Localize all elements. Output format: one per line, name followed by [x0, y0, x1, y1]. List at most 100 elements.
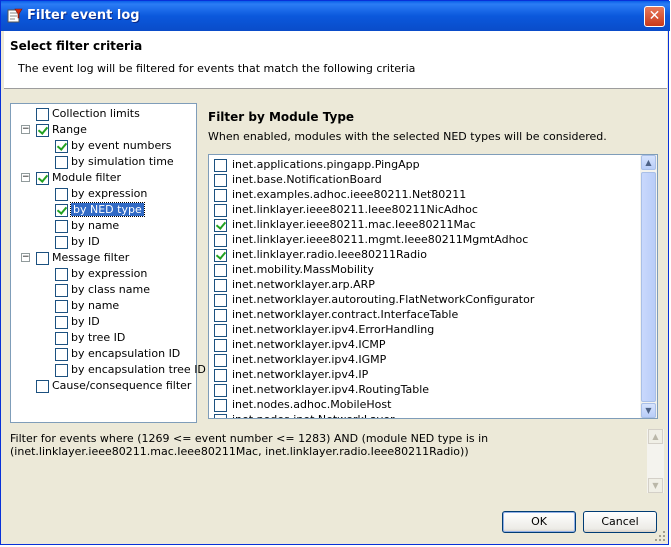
tree-item-checkbox[interactable] [55, 188, 68, 201]
summary-line-2: (inet.linklayer.ieee80211.mac.Ieee80211M… [10, 445, 469, 458]
tree-item-checkbox[interactable] [55, 316, 68, 329]
tree-item[interactable]: by ID [11, 234, 196, 250]
tree-item-checkbox[interactable] [55, 156, 68, 169]
tree-item-checkbox[interactable] [55, 268, 68, 281]
resize-grip-icon[interactable] [655, 531, 666, 542]
ned-type-checkbox[interactable] [214, 279, 227, 292]
tree-item-label[interactable]: by class name [71, 283, 150, 296]
summary-scroll-down-button[interactable]: ▼ [648, 478, 663, 493]
tree-item-label[interactable]: by name [71, 299, 119, 312]
ned-type-checkbox[interactable] [214, 354, 227, 367]
tree-item-checkbox[interactable] [55, 236, 68, 249]
tree-item-checkbox[interactable] [36, 172, 49, 185]
ned-type-label: inet.base.NotificationBoard [232, 173, 382, 186]
tree-item-label[interactable]: Cause/consequence filter [52, 379, 191, 392]
ned-type-checkbox[interactable] [214, 414, 227, 418]
ned-type-checkbox[interactable] [214, 249, 227, 262]
tree-item-checkbox[interactable] [55, 300, 68, 313]
tree-item[interactable]: by expression [11, 266, 196, 282]
ned-type-checkbox[interactable] [214, 174, 227, 187]
ned-type-label: inet.mobility.MassMobility [232, 263, 374, 276]
filter-icon [7, 8, 23, 23]
tree-item-checkbox[interactable] [55, 220, 68, 233]
collapse-icon[interactable]: − [21, 173, 30, 182]
tree-item[interactable]: by encapsulation ID [11, 346, 196, 362]
ned-type-label: inet.networklayer.ipv4.IGMP [232, 353, 387, 366]
ned-type-checkbox[interactable] [214, 384, 227, 397]
ned-type-checkbox[interactable] [214, 399, 227, 412]
tree-item[interactable]: by simulation time [11, 154, 196, 170]
ned-type-checkbox[interactable] [214, 189, 227, 202]
tree-item[interactable]: Collection limits [11, 106, 196, 122]
ned-type-checkbox[interactable] [214, 159, 227, 172]
ned-type-checkbox[interactable] [214, 204, 227, 217]
tree-item-label[interactable]: by tree ID [71, 331, 125, 344]
tree-item-label[interactable]: Collection limits [52, 107, 140, 120]
tree-item[interactable]: by ID [11, 314, 196, 330]
ned-type-checkbox[interactable] [214, 219, 227, 232]
tree-item-checkbox[interactable] [36, 380, 49, 393]
tree-item-label[interactable]: by expression [71, 187, 147, 200]
ned-type-checkbox[interactable] [214, 309, 227, 322]
tree-item[interactable]: − Range [11, 122, 196, 138]
ned-type-checkbox[interactable] [214, 324, 227, 337]
scroll-down-button[interactable]: ▼ [641, 403, 656, 418]
tree-item-label[interactable]: by event numbers [71, 139, 171, 152]
summary-scroll-up-button[interactable]: ▲ [648, 429, 663, 444]
ned-type-label: inet.linklayer.radio.Ieee80211Radio [232, 248, 427, 261]
close-button[interactable]: ✕ [644, 6, 665, 27]
tree-item[interactable]: by expression [11, 186, 196, 202]
tree-item-label[interactable]: by expression [71, 267, 147, 280]
tree-item-checkbox[interactable] [55, 332, 68, 345]
tree-item-label[interactable]: Module filter [52, 171, 121, 184]
tree-item-checkbox[interactable] [55, 140, 68, 153]
tree-item-label[interactable]: by encapsulation ID [71, 347, 180, 360]
tree-item[interactable]: by class name [11, 282, 196, 298]
tree-item-label[interactable]: by encapsulation tree ID [71, 363, 206, 376]
tree-item[interactable]: by NED type [11, 202, 196, 218]
collapse-icon[interactable]: − [21, 125, 30, 134]
ned-type-checkbox[interactable] [214, 234, 227, 247]
tree-item-label[interactable]: by NED type [70, 202, 145, 217]
tree-item[interactable]: Cause/consequence filter [11, 378, 196, 394]
tree-item[interactable]: by name [11, 218, 196, 234]
tree-item-checkbox[interactable] [36, 252, 49, 265]
tree-item-checkbox[interactable] [55, 348, 68, 361]
tree-item-checkbox[interactable] [36, 124, 49, 137]
ned-type-label: inet.nodes.adhoc.MobileHost [232, 398, 392, 411]
ned-type-label: inet.examples.adhoc.ieee80211.Net80211 [232, 188, 467, 201]
tree-item-label[interactable]: Range [52, 123, 87, 136]
filter-criteria-tree[interactable]: Collection limits − Range by event numbers b… [10, 103, 206, 423]
tree-item[interactable]: by name [11, 298, 196, 314]
tree-item-checkbox[interactable] [36, 108, 49, 121]
ned-type-label: inet.networklayer.ipv4.ICMP [232, 338, 386, 351]
tree-item[interactable]: − Module filter [11, 170, 196, 186]
scroll-thumb[interactable] [641, 172, 656, 402]
tree-item-checkbox[interactable] [55, 364, 68, 377]
tree-item-label[interactable]: Message filter [52, 251, 129, 264]
tree-item-label[interactable]: by ID [71, 235, 100, 248]
summary-scrollbar[interactable]: ▲ ▼ [647, 429, 664, 493]
tree-item[interactable]: by encapsulation tree ID [11, 362, 206, 378]
scroll-up-button[interactable]: ▲ [641, 155, 656, 170]
close-icon: ✕ [648, 8, 661, 24]
title-bar[interactable]: Filter event log ✕ [1, 1, 670, 31]
tree-item[interactable]: by tree ID [11, 330, 196, 346]
ned-type-checkbox[interactable] [214, 264, 227, 277]
ned-type-label: inet.networklayer.ipv4.RoutingTable [232, 383, 430, 396]
ned-type-checkbox[interactable] [214, 369, 227, 382]
tree-item-checkbox[interactable] [55, 284, 68, 297]
ned-type-list[interactable]: inet.applications.pingapp.PingApp inet.ba… [208, 154, 658, 419]
tree-item[interactable]: by event numbers [11, 138, 196, 154]
ned-type-checkbox[interactable] [214, 339, 227, 352]
ned-list-scrollbar[interactable]: ▲ ▼ [640, 155, 657, 418]
collapse-icon[interactable]: − [21, 253, 30, 262]
tree-item[interactable]: − Message filter [11, 250, 196, 266]
ok-button[interactable]: OK [502, 511, 576, 533]
tree-item-label[interactable]: by ID [71, 315, 100, 328]
ned-type-checkbox[interactable] [214, 294, 227, 307]
tree-item-checkbox[interactable] [55, 204, 68, 217]
cancel-button[interactable]: Cancel [583, 511, 657, 533]
tree-item-label[interactable]: by name [71, 219, 119, 232]
tree-item-label[interactable]: by simulation time [71, 155, 174, 168]
